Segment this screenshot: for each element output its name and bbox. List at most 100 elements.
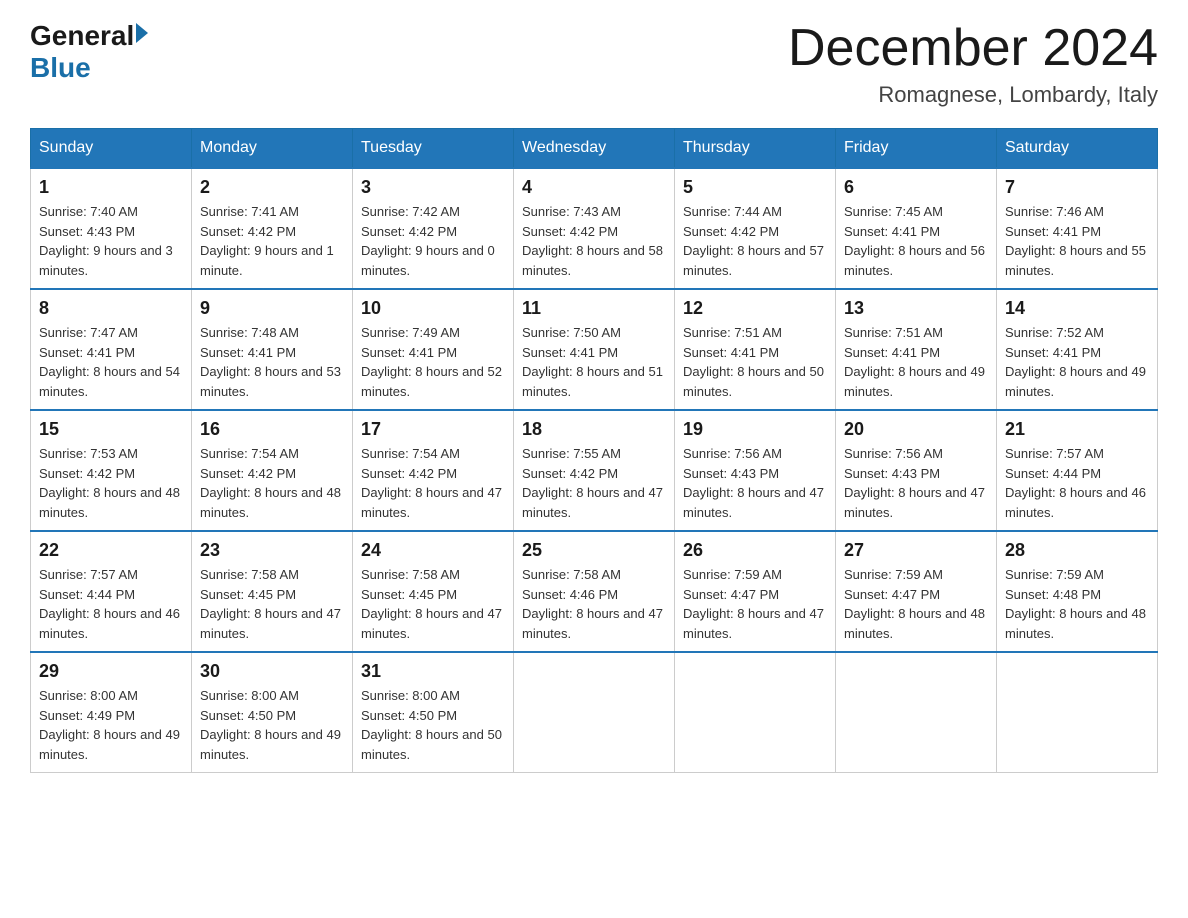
day-info: Sunrise: 8:00 AMSunset: 4:50 PMDaylight:… xyxy=(361,688,502,762)
table-row: 25 Sunrise: 7:58 AMSunset: 4:46 PMDayligh… xyxy=(514,531,675,652)
day-number: 5 xyxy=(683,177,827,198)
table-row: 9Sunrise: 7:48 AMSunset: 4:41 PMDaylight… xyxy=(192,289,353,410)
day-info: Sunrise: 8:00 AMSunset: 4:49 PMDaylight:… xyxy=(39,688,180,762)
table-row: 26 Sunrise: 7:59 AMSunset: 4:47 PMDayligh… xyxy=(675,531,836,652)
day-number: 19 xyxy=(683,419,827,440)
location-text: Romagnese, Lombardy, Italy xyxy=(788,82,1158,108)
table-row: 18Sunrise: 7:55 AMSunset: 4:42 PMDayligh… xyxy=(514,410,675,531)
table-row xyxy=(836,652,997,773)
table-row: 28 Sunrise: 7:59 AMSunset: 4:48 PMDayligh… xyxy=(997,531,1158,652)
day-info: Sunrise: 7:59 AMSunset: 4:48 PMDaylight:… xyxy=(1005,567,1146,641)
day-number: 28 xyxy=(1005,540,1149,561)
day-info: Sunrise: 7:51 AMSunset: 4:41 PMDaylight:… xyxy=(844,325,985,399)
day-info: Sunrise: 8:00 AMSunset: 4:50 PMDaylight:… xyxy=(200,688,341,762)
col-saturday: Saturday xyxy=(997,129,1158,169)
table-row: 2Sunrise: 7:41 AMSunset: 4:42 PMDaylight… xyxy=(192,168,353,289)
day-info: Sunrise: 7:59 AMSunset: 4:47 PMDaylight:… xyxy=(844,567,985,641)
logo-blue-text: Blue xyxy=(30,52,91,84)
day-number: 1 xyxy=(39,177,183,198)
col-thursday: Thursday xyxy=(675,129,836,169)
page-header: General Blue December 2024 Romagnese, Lo… xyxy=(30,20,1158,108)
day-info: Sunrise: 7:49 AMSunset: 4:41 PMDaylight:… xyxy=(361,325,502,399)
title-area: December 2024 Romagnese, Lombardy, Italy xyxy=(788,20,1158,108)
table-row: 7 Sunrise: 7:46 AMSunset: 4:41 PMDaylight… xyxy=(997,168,1158,289)
day-info: Sunrise: 7:48 AMSunset: 4:41 PMDaylight:… xyxy=(200,325,341,399)
col-monday: Monday xyxy=(192,129,353,169)
day-info: Sunrise: 7:57 AMSunset: 4:44 PMDaylight:… xyxy=(1005,446,1146,520)
day-info: Sunrise: 7:53 AMSunset: 4:42 PMDaylight:… xyxy=(39,446,180,520)
table-row: 30 Sunrise: 8:00 AMSunset: 4:50 PMDayligh… xyxy=(192,652,353,773)
table-row: 14 Sunrise: 7:52 AMSunset: 4:41 PMDayligh… xyxy=(997,289,1158,410)
table-row: 8 Sunrise: 7:47 AMSunset: 4:41 PMDaylight… xyxy=(31,289,192,410)
day-number: 7 xyxy=(1005,177,1149,198)
day-number: 23 xyxy=(200,540,344,561)
day-info: Sunrise: 7:59 AMSunset: 4:47 PMDaylight:… xyxy=(683,567,824,641)
day-number: 10 xyxy=(361,298,505,319)
day-number: 25 xyxy=(522,540,666,561)
table-row: 5 Sunrise: 7:44 AMSunset: 4:42 PMDaylight… xyxy=(675,168,836,289)
day-info: Sunrise: 7:42 AMSunset: 4:42 PMDaylight:… xyxy=(361,204,495,278)
day-info: Sunrise: 7:44 AMSunset: 4:42 PMDaylight:… xyxy=(683,204,824,278)
day-info: Sunrise: 7:52 AMSunset: 4:41 PMDaylight:… xyxy=(1005,325,1146,399)
day-info: Sunrise: 7:54 AMSunset: 4:42 PMDaylight:… xyxy=(200,446,341,520)
day-number: 20 xyxy=(844,419,988,440)
calendar-week-row: 8 Sunrise: 7:47 AMSunset: 4:41 PMDaylight… xyxy=(31,289,1158,410)
table-row: 11 Sunrise: 7:50 AMSunset: 4:41 PMDayligh… xyxy=(514,289,675,410)
calendar-week-row: 15 Sunrise: 7:53 AMSunset: 4:42 PMDayligh… xyxy=(31,410,1158,531)
day-info: Sunrise: 7:45 AMSunset: 4:41 PMDaylight:… xyxy=(844,204,985,278)
day-info: Sunrise: 7:56 AMSunset: 4:43 PMDaylight:… xyxy=(844,446,985,520)
month-title: December 2024 xyxy=(788,20,1158,77)
day-number: 14 xyxy=(1005,298,1149,319)
day-number: 29 xyxy=(39,661,183,682)
day-number: 13 xyxy=(844,298,988,319)
day-info: Sunrise: 7:58 AMSunset: 4:45 PMDaylight:… xyxy=(200,567,341,641)
logo-general-text: General xyxy=(30,20,134,52)
day-info: Sunrise: 7:55 AMSunset: 4:42 PMDaylight:… xyxy=(522,446,663,520)
day-number: 21 xyxy=(1005,419,1149,440)
table-row: 27Sunrise: 7:59 AMSunset: 4:47 PMDayligh… xyxy=(836,531,997,652)
day-info: Sunrise: 7:51 AMSunset: 4:41 PMDaylight:… xyxy=(683,325,824,399)
table-row: 21 Sunrise: 7:57 AMSunset: 4:44 PMDayligh… xyxy=(997,410,1158,531)
day-info: Sunrise: 7:43 AMSunset: 4:42 PMDaylight:… xyxy=(522,204,663,278)
col-sunday: Sunday xyxy=(31,129,192,169)
day-number: 24 xyxy=(361,540,505,561)
table-row: 23 Sunrise: 7:58 AMSunset: 4:45 PMDayligh… xyxy=(192,531,353,652)
day-number: 8 xyxy=(39,298,183,319)
day-info: Sunrise: 7:41 AMSunset: 4:42 PMDaylight:… xyxy=(200,204,334,278)
table-row xyxy=(514,652,675,773)
col-tuesday: Tuesday xyxy=(353,129,514,169)
day-info: Sunrise: 7:47 AMSunset: 4:41 PMDaylight:… xyxy=(39,325,180,399)
table-row: 3Sunrise: 7:42 AMSunset: 4:42 PMDaylight… xyxy=(353,168,514,289)
table-row: 10 Sunrise: 7:49 AMSunset: 4:41 PMDayligh… xyxy=(353,289,514,410)
col-wednesday: Wednesday xyxy=(514,129,675,169)
table-row: 13 Sunrise: 7:51 AMSunset: 4:41 PMDayligh… xyxy=(836,289,997,410)
logo-triangle-icon xyxy=(136,23,148,43)
day-number: 22 xyxy=(39,540,183,561)
day-info: Sunrise: 7:54 AMSunset: 4:42 PMDaylight:… xyxy=(361,446,502,520)
table-row: 17 Sunrise: 7:54 AMSunset: 4:42 PMDayligh… xyxy=(353,410,514,531)
table-row: 29 Sunrise: 8:00 AMSunset: 4:49 PMDayligh… xyxy=(31,652,192,773)
day-number: 26 xyxy=(683,540,827,561)
col-friday: Friday xyxy=(836,129,997,169)
calendar-table: Sunday Monday Tuesday Wednesday Thursday… xyxy=(30,128,1158,773)
day-info: Sunrise: 7:57 AMSunset: 4:44 PMDaylight:… xyxy=(39,567,180,641)
day-number: 30 xyxy=(200,661,344,682)
day-number: 12 xyxy=(683,298,827,319)
table-row: 22 Sunrise: 7:57 AMSunset: 4:44 PMDayligh… xyxy=(31,531,192,652)
table-row: 6 Sunrise: 7:45 AMSunset: 4:41 PMDaylight… xyxy=(836,168,997,289)
day-info: Sunrise: 7:40 AMSunset: 4:43 PMDaylight:… xyxy=(39,204,173,278)
day-number: 11 xyxy=(522,298,666,319)
calendar-week-row: 1 Sunrise: 7:40 AMSunset: 4:43 PMDaylight… xyxy=(31,168,1158,289)
day-info: Sunrise: 7:56 AMSunset: 4:43 PMDaylight:… xyxy=(683,446,824,520)
day-number: 15 xyxy=(39,419,183,440)
day-info: Sunrise: 7:46 AMSunset: 4:41 PMDaylight:… xyxy=(1005,204,1146,278)
table-row: 1 Sunrise: 7:40 AMSunset: 4:43 PMDaylight… xyxy=(31,168,192,289)
day-info: Sunrise: 7:58 AMSunset: 4:46 PMDaylight:… xyxy=(522,567,663,641)
calendar-header-row: Sunday Monday Tuesday Wednesday Thursday… xyxy=(31,129,1158,169)
table-row: 15 Sunrise: 7:53 AMSunset: 4:42 PMDayligh… xyxy=(31,410,192,531)
day-number: 17 xyxy=(361,419,505,440)
day-info: Sunrise: 7:58 AMSunset: 4:45 PMDaylight:… xyxy=(361,567,502,641)
day-info: Sunrise: 7:50 AMSunset: 4:41 PMDaylight:… xyxy=(522,325,663,399)
day-number: 6 xyxy=(844,177,988,198)
table-row: 20 Sunrise: 7:56 AMSunset: 4:43 PMDayligh… xyxy=(836,410,997,531)
